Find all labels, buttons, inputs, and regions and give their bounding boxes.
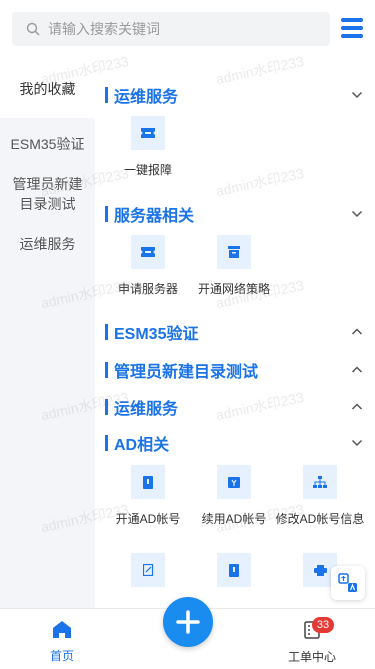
tile-icon-box bbox=[131, 235, 165, 269]
service-tile-apply-server[interactable]: 申请服务器 bbox=[103, 235, 193, 298]
nav-orders-label: 工单中心 bbox=[287, 650, 336, 664]
chevron-down-icon[interactable] bbox=[351, 437, 363, 449]
tile-label: 一键报障 bbox=[123, 163, 172, 177]
section-accent-bar bbox=[105, 362, 108, 378]
section-header-server[interactable]: 服务器相关 bbox=[95, 199, 375, 229]
service-tile-report-fault[interactable]: 一键报障 bbox=[103, 116, 193, 179]
tile-icon-box bbox=[217, 553, 251, 587]
printer-icon bbox=[313, 564, 327, 576]
home-icon bbox=[53, 621, 71, 638]
section-title: 运维服务 bbox=[114, 89, 179, 106]
section-accent-bar bbox=[105, 399, 108, 415]
section-header-ops-service[interactable]: 运维服务 bbox=[95, 80, 375, 110]
section-accent-bar bbox=[105, 206, 108, 222]
tile-label: 修改AD帐号信息 bbox=[275, 512, 365, 526]
plus-icon bbox=[176, 610, 200, 634]
chevron-up-icon[interactable] bbox=[351, 364, 363, 376]
section-header-ad[interactable]: AD相关 bbox=[95, 428, 375, 458]
sidebar: 我的收藏 ESM35验证 管理员新建目录测试 运维服务 bbox=[0, 60, 95, 608]
sidebar-item-label: ESM35验证 bbox=[10, 136, 85, 152]
header bbox=[0, 0, 375, 60]
tile-icon-box bbox=[217, 235, 251, 269]
service-tile-open-ad[interactable]: 开通AD帐号 bbox=[103, 465, 193, 528]
section-header-admin-dir-test[interactable]: 管理员新建目录测试 bbox=[95, 355, 375, 385]
service-tile-partial-2[interactable] bbox=[189, 553, 279, 587]
sidebar-item-esm35[interactable]: ESM35验证 bbox=[0, 118, 95, 164]
search-bar[interactable] bbox=[12, 12, 330, 46]
tile-label: 申请服务器 bbox=[117, 282, 178, 296]
sidebar-item-ops-service[interactable]: 运维服务 bbox=[0, 224, 95, 264]
translate-icon bbox=[338, 573, 357, 592]
search-icon bbox=[26, 22, 40, 36]
ad-account-icon bbox=[143, 475, 153, 489]
tile-label: 续用AD帐号 bbox=[201, 512, 267, 526]
tile-icon-box bbox=[217, 465, 251, 499]
service-tile-network-policy[interactable]: 开通网络策略 bbox=[189, 235, 279, 298]
section-header-ops-service-2[interactable]: 运维服务 bbox=[95, 392, 375, 422]
chevron-down-icon[interactable] bbox=[351, 208, 363, 220]
chevron-down-icon[interactable] bbox=[351, 89, 363, 101]
ad-renew-icon bbox=[228, 476, 240, 488]
ticket-icon bbox=[141, 128, 155, 138]
section-title: 管理员新建目录测试 bbox=[114, 364, 259, 381]
section-title: 运维服务 bbox=[114, 401, 179, 418]
sidebar-item-favorites[interactable]: 我的收藏 bbox=[0, 60, 95, 118]
tile-icon-box bbox=[131, 116, 165, 150]
section-title: ESM35验证 bbox=[114, 326, 199, 343]
menu-button[interactable] bbox=[341, 18, 363, 38]
nav-home[interactable]: 首页 bbox=[42, 621, 82, 664]
org-tree-icon bbox=[313, 476, 327, 488]
tile-icon-box bbox=[303, 465, 337, 499]
create-button[interactable] bbox=[163, 597, 213, 647]
work-order-badge: 33 bbox=[312, 617, 334, 633]
chevron-up-icon[interactable] bbox=[351, 401, 363, 413]
tile-label: 开通AD帐号 bbox=[115, 512, 181, 526]
service-catalog: 运维服务 一键报障 服务器相关 申请服务器 开通网络策略 ESM35验证 管理员… bbox=[95, 60, 375, 608]
menu-icon bbox=[341, 18, 363, 22]
server-icon bbox=[141, 247, 155, 257]
section-title: 服务器相关 bbox=[114, 208, 195, 225]
sidebar-item-label: 我的收藏 bbox=[19, 81, 76, 97]
search-input[interactable] bbox=[48, 21, 298, 37]
section-title: AD相关 bbox=[114, 437, 170, 454]
tile-icon-box bbox=[131, 553, 165, 587]
chevron-up-icon[interactable] bbox=[351, 326, 363, 338]
section-header-esm35[interactable]: ESM35验证 bbox=[95, 317, 375, 347]
sidebar-item-label: 运维服务 bbox=[19, 236, 76, 252]
edit-doc-icon bbox=[142, 564, 153, 576]
sidebar-item-admin-dir-test[interactable]: 管理员新建目录测试 bbox=[0, 164, 95, 224]
tile-icon-box bbox=[131, 465, 165, 499]
service-tile-renew-ad[interactable]: 续用AD帐号 bbox=[189, 465, 279, 528]
network-icon bbox=[228, 246, 240, 258]
service-tile-modify-ad[interactable]: 修改AD帐号信息 bbox=[275, 465, 365, 528]
nav-work-orders[interactable]: 33 工单中心 bbox=[282, 617, 342, 665]
translate-button[interactable] bbox=[331, 566, 365, 600]
tile-label: 开通网络策略 bbox=[197, 282, 270, 296]
sidebar-item-label: 管理员新建目录测试 bbox=[12, 176, 83, 212]
ad-account-icon bbox=[229, 563, 239, 577]
section-accent-bar bbox=[105, 324, 108, 340]
nav-home-label: 首页 bbox=[49, 649, 74, 663]
section-accent-bar bbox=[105, 87, 108, 103]
service-tile-partial-1[interactable] bbox=[103, 553, 193, 587]
section-accent-bar bbox=[105, 435, 108, 451]
